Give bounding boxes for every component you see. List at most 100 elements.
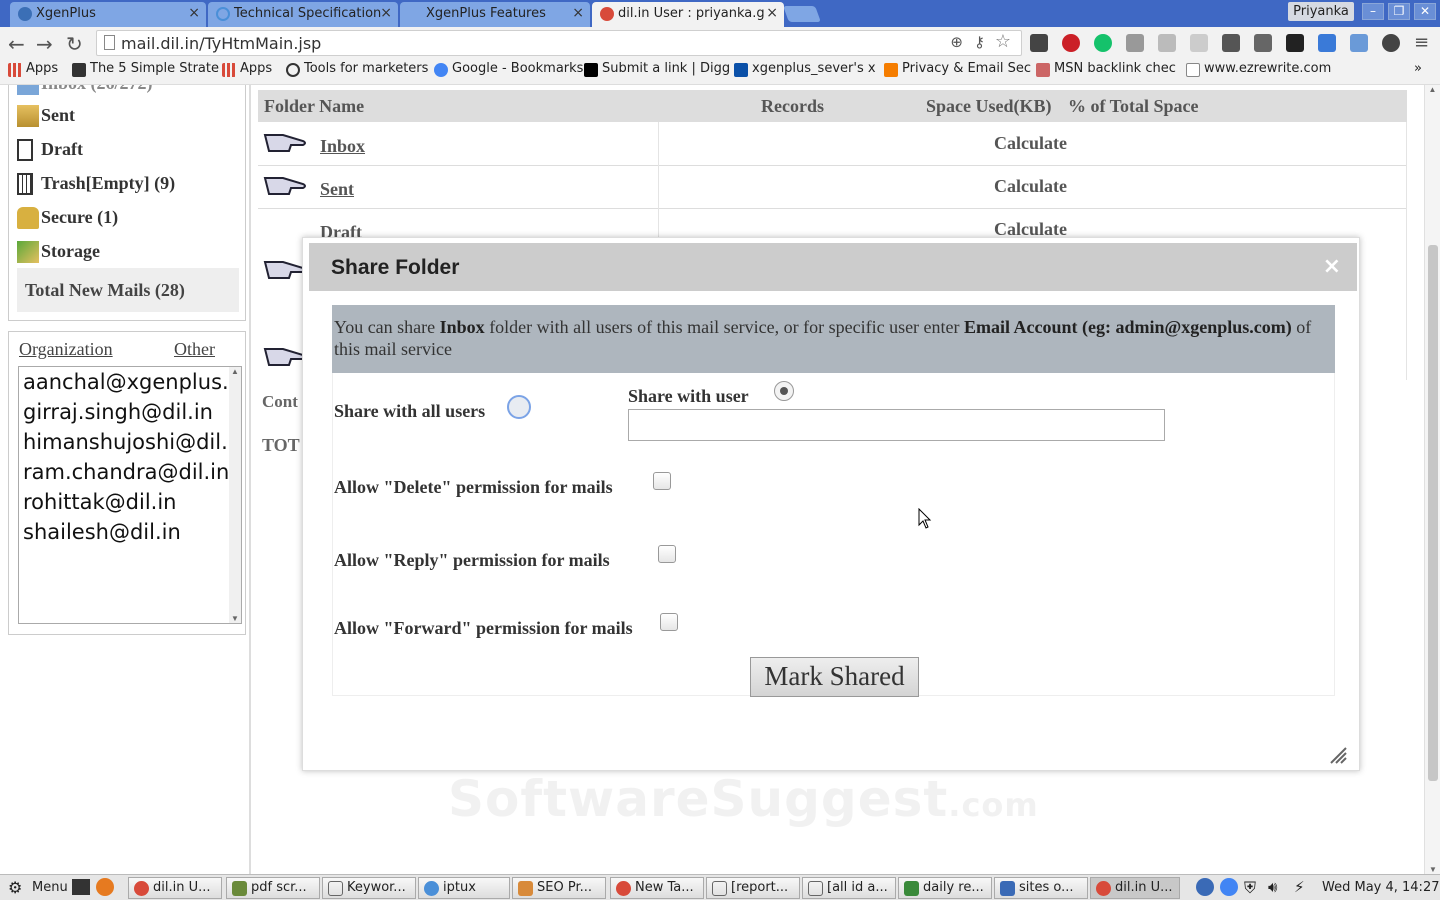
v-extension-icon[interactable] [1254,34,1272,52]
layers-extension-icon[interactable] [1286,34,1304,52]
scroll-up-icon[interactable]: ▲ [1425,85,1440,94]
tab-close-icon[interactable]: × [572,5,584,21]
tab-organization[interactable]: Organization [19,339,113,360]
minimize-button[interactable]: – [1362,3,1384,20]
tab-xgenplus[interactable]: XgenPlus × [10,2,206,27]
menu-button[interactable]: Menu [32,880,68,895]
bookmark-digg[interactable]: Submit a link | Digg [584,61,730,77]
contact-list-scrollbar[interactable]: ▲ ▼ [229,367,241,623]
tab-dil-in-user[interactable]: dil.in User : priyanka.g × [592,2,784,27]
menu-icon[interactable]: ≡ [1414,32,1429,53]
task-seo[interactable]: SEO Pr... [512,877,606,899]
tab-close-icon[interactable]: × [766,5,778,21]
box-extension-icon[interactable] [1158,34,1176,52]
tab-other[interactable]: Other [174,339,215,360]
folder-link-sent[interactable]: Sent [320,179,354,200]
share-all-radio[interactable] [507,395,531,419]
close-icon[interactable]: × [1323,254,1341,279]
reply-permission-checkbox[interactable] [658,545,676,563]
folder-link-inbox[interactable]: Inbox [320,136,365,157]
contact-item[interactable]: himanshujoshi@dil.i [19,427,241,457]
back-icon[interactable]: ← [8,32,25,56]
delete-permission-checkbox[interactable] [653,472,671,490]
gmail-extension-icon[interactable] [1030,34,1048,52]
firefox-icon[interactable] [96,878,114,896]
forward-permission-checkbox[interactable] [660,613,678,631]
flag-extension-icon[interactable] [1350,34,1368,52]
folder-sent[interactable]: Sent [17,105,75,127]
tb-extension-icon[interactable] [1222,34,1240,52]
task-keyword[interactable]: Keywor... [322,877,416,899]
shield-icon[interactable]: ⛨ [1244,878,1256,898]
page-scrollbar[interactable]: ▲ ▼ [1424,85,1440,874]
extension-icon[interactable] [1382,34,1400,52]
folder-secure[interactable]: Secure (1) [17,207,118,229]
share-user-input[interactable] [628,409,1165,441]
contact-item[interactable]: shailesh@dil.in [19,517,241,547]
task-all-id[interactable]: [all id a... [802,877,896,899]
bookmark-msn[interactable]: MSN backlink chec [1036,61,1176,77]
task-pdf[interactable]: pdf scr... [226,877,320,899]
task-report[interactable]: [report... [706,877,800,899]
contact-item[interactable]: aanchal@xgenplus. [19,367,241,397]
panel-divider[interactable] [249,85,251,874]
contact-item[interactable]: rohittak@dil.in [19,487,241,517]
dialog-titlebar[interactable]: Share Folder × [309,243,1357,291]
resize-handle-icon[interactable] [1329,746,1347,764]
task-dil-in[interactable]: dil.in U... [128,877,222,899]
bookmark-simple-strategies[interactable]: The 5 Simple Strate [72,61,219,77]
contact-item[interactable]: ram.chandra@dil.in [19,457,241,487]
tab-close-icon[interactable]: × [188,5,200,21]
terminal-icon[interactable] [72,879,90,895]
folder-draft[interactable]: Draft [17,139,83,161]
folder-trash[interactable]: Trash[Empty] (9) [17,173,175,195]
bookmark-apps[interactable]: Apps [8,61,58,77]
scroll-up-icon[interactable]: ▲ [229,367,241,376]
folder-storage[interactable]: Storage [17,241,100,263]
chart-extension-icon[interactable] [1318,34,1336,52]
tab-close-icon[interactable]: × [380,5,392,21]
forward-icon[interactable]: → [36,32,53,56]
restore-button[interactable]: ❐ [1388,3,1410,20]
bookmark-apps-2[interactable]: Apps [222,61,272,77]
task-iptux[interactable]: iptux [418,877,510,899]
scroll-down-icon[interactable]: ▼ [1425,865,1440,874]
bookmark-google[interactable]: Google - Bookmarks [434,61,583,77]
extension-icon[interactable] [1190,34,1208,52]
task-dil-in-active[interactable]: dil.in U... [1090,877,1180,899]
reload-icon[interactable]: ↻ [66,32,83,56]
gear-icon[interactable]: ⚙ [8,878,22,897]
task-new-tab[interactable]: New Ta... [610,877,704,899]
pinterest-extension-icon[interactable] [1062,34,1080,52]
zoom-icon[interactable]: ⊕ [950,33,963,51]
clock[interactable]: Wed May 4, 14:27 [1322,880,1439,895]
share-user-radio[interactable] [774,381,794,401]
tab-xgenplus-features[interactable]: XgenPlus Features × [400,2,590,27]
bookmark-tools-marketers[interactable]: Tools for marketers [286,61,428,77]
address-bar[interactable]: mail.dil.in/TyHtmMain.jsp ⊕ ⚷ ☆ [96,30,1022,56]
folder-inbox[interactable]: Inbox (26/272) [17,85,153,95]
grammarly-extension-icon[interactable] [1094,34,1112,52]
tray-app-icon[interactable] [1196,878,1214,896]
new-tab-button[interactable] [783,6,821,22]
bookmarks-overflow-icon[interactable]: » [1400,61,1422,76]
task-sites[interactable]: sites o... [994,877,1088,899]
profile-button[interactable]: Priyanka [1288,2,1354,21]
scrollbar-thumb[interactable] [1428,245,1438,781]
bookmark-ezrewrite[interactable]: www.ezrewrite.com [1186,61,1331,77]
network-icon[interactable]: ⚡︎ [1294,878,1305,896]
tray-chrome-icon[interactable] [1220,878,1238,896]
volume-icon[interactable]: 🔊︎ [1268,878,1277,896]
contact-item[interactable]: girraj.singh@dil.in [19,397,241,427]
bookmark-xgenplus-sever[interactable]: xgenplus_sever's x [734,61,876,77]
bookmark-star-icon[interactable]: ☆ [995,31,1011,52]
key-icon[interactable]: ⚷ [974,33,985,51]
scroll-down-icon[interactable]: ▼ [229,614,241,623]
tab-technical-specification[interactable]: Technical Specification × [208,2,398,27]
contact-list[interactable]: aanchal@xgenplus. girraj.singh@dil.in hi… [18,366,242,624]
extension-icon[interactable] [1126,34,1144,52]
bookmark-privacy[interactable]: Privacy & Email Sec [884,61,1031,77]
close-window-button[interactable]: ✕ [1414,3,1436,20]
mark-shared-button[interactable]: Mark Shared [750,657,919,697]
task-daily-report[interactable]: daily re... [898,877,992,899]
